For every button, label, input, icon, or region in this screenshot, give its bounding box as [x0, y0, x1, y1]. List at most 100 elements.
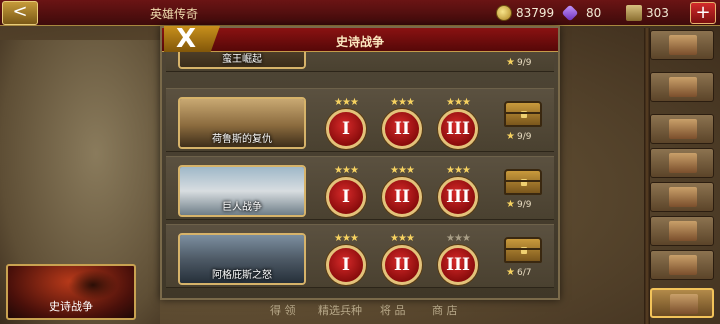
- stage-medal[interactable]: [382, 52, 422, 73]
- treasure-chest-icon[interactable]: [504, 101, 542, 127]
- medal-disc: I: [326, 177, 366, 217]
- gem-value: 80: [586, 6, 602, 20]
- medal-disc: II: [382, 177, 422, 217]
- stage-medal[interactable]: ★★★ II: [382, 233, 422, 285]
- building-item[interactable]: [650, 72, 714, 102]
- campaign-list[interactable]: 蛮王崛起 ★ 9/9 荷鲁斯的复仇 ★★★ I ★★★ II ★★★ III ★…: [162, 52, 558, 298]
- stage-stars: ★★★: [334, 97, 359, 108]
- stage-stars: ★★★: [446, 97, 471, 108]
- stage-medal[interactable]: ★★★ I: [326, 233, 366, 285]
- campaign-name: 蛮王崛起: [222, 54, 262, 65]
- panel-title: 史诗战争: [335, 35, 384, 49]
- stage-stars: ★★★: [334, 165, 359, 176]
- top-bar: < 英雄传奇 83799 80 303 +: [0, 0, 720, 26]
- food-counter: 303: [626, 4, 669, 22]
- building-item[interactable]: [650, 148, 714, 178]
- treasure-chest-icon[interactable]: [504, 169, 542, 195]
- chest-lock-icon: [521, 247, 527, 254]
- campaign-row: 巨人战争 ★★★ I ★★★ II ★★★ III ★ 9/9: [166, 156, 554, 220]
- stage-medal[interactable]: ★★★ II: [382, 165, 422, 217]
- building-item[interactable]: [650, 216, 714, 246]
- building-icon: [669, 187, 697, 207]
- campaign-name: 巨人战争: [222, 202, 262, 213]
- page-title: 英雄传奇: [150, 7, 199, 21]
- building-item-selected[interactable]: [650, 288, 714, 318]
- stage-stars: ★★★: [446, 233, 471, 244]
- star-progress-value: 9/9: [516, 200, 532, 210]
- stage-medal[interactable]: [326, 52, 366, 73]
- stage-medal[interactable]: ★★★ II: [382, 97, 422, 149]
- building-icon: [669, 77, 697, 97]
- star-progress-value: 6/7: [516, 268, 532, 278]
- medal-disc: I: [326, 245, 366, 285]
- add-resource-button[interactable]: +: [690, 2, 716, 24]
- building-icon: [669, 35, 697, 55]
- coin-value: 83799: [516, 6, 555, 20]
- building-item[interactable]: [650, 114, 714, 144]
- campaign-thumbnail[interactable]: 巨人战争: [178, 165, 306, 217]
- chest-lock-icon: [521, 111, 527, 118]
- treasure-chest-icon[interactable]: [504, 237, 542, 263]
- tab-elite-units[interactable]: 精选兵种: [318, 302, 362, 318]
- back-button[interactable]: <: [2, 1, 38, 25]
- food-icon: [626, 5, 642, 21]
- coin-counter: 83799: [496, 4, 554, 22]
- epic-war-banner[interactable]: 史诗战争: [6, 264, 136, 320]
- stage-medal[interactable]: ★★★ I: [326, 97, 366, 149]
- stage-stars: ★★★: [390, 97, 415, 108]
- building-rail: [644, 28, 650, 324]
- stage-stars: ★★★: [446, 165, 471, 176]
- building-list: [614, 28, 718, 324]
- epic-war-label: 史诗战争: [49, 300, 93, 313]
- tab-claim[interactable]: 得 领: [270, 302, 296, 318]
- medal-disc: III: [438, 109, 478, 149]
- building-icon: [669, 153, 697, 173]
- star-progress: ★ 9/9: [506, 131, 531, 142]
- tab-shop[interactable]: 商 店: [432, 302, 458, 318]
- campaign-name: 荷鲁斯的复仇: [212, 134, 272, 145]
- star-icon: ★: [506, 57, 515, 68]
- pyramid-icon: [670, 294, 698, 314]
- medal-disc: I: [326, 109, 366, 149]
- stage-medal[interactable]: ★★★ III: [438, 97, 478, 149]
- building-item[interactable]: [650, 182, 714, 212]
- star-progress-value: 9/9: [516, 58, 532, 68]
- stage-stars: ★★★: [334, 233, 359, 244]
- dragon-icon: [68, 270, 118, 300]
- star-progress: ★ 6/7: [506, 267, 531, 278]
- star-icon: ★: [506, 267, 515, 278]
- coin-icon: [496, 5, 512, 21]
- building-icon: [669, 119, 697, 139]
- medal-disc: III: [438, 245, 478, 285]
- medal-disc: III: [438, 177, 478, 217]
- gem-icon: [561, 4, 579, 22]
- campaign-thumbnail[interactable]: 蛮王崛起: [178, 52, 306, 69]
- building-item[interactable]: [650, 30, 714, 60]
- star-progress: ★ 9/9: [506, 199, 531, 210]
- stage-stars: ★★★: [390, 165, 415, 176]
- star-progress: ★ 9/9: [506, 57, 531, 68]
- stage-stars: ★★★: [390, 233, 415, 244]
- campaign-thumbnail[interactable]: 荷鲁斯的复仇: [178, 97, 306, 149]
- tab-items[interactable]: 将 品: [380, 302, 406, 318]
- campaign-thumbnail[interactable]: 阿格庇斯之怒: [178, 233, 306, 285]
- building-item[interactable]: [650, 250, 714, 280]
- star-icon: ★: [506, 199, 515, 210]
- campaign-name: 阿格庇斯之怒: [212, 270, 272, 281]
- epic-war-panel: X 史诗战争 蛮王崛起 ★ 9/9 荷鲁斯的复仇 ★★★ I ★★★ II ★★…: [160, 26, 560, 300]
- stage-medal[interactable]: ★★★ III: [438, 233, 478, 285]
- stage-medal[interactable]: ★★★ I: [326, 165, 366, 217]
- gem-counter: 80: [561, 4, 602, 22]
- medal-disc: II: [382, 245, 422, 285]
- campaign-row: 蛮王崛起 ★ 9/9: [166, 52, 554, 72]
- panel-header: X 史诗战争: [162, 26, 558, 54]
- campaign-row: 阿格庇斯之怒 ★★★ I ★★★ II ★★★ III ★ 6/7: [166, 224, 554, 288]
- campaign-row: 荷鲁斯的复仇 ★★★ I ★★★ II ★★★ III ★ 9/9: [166, 88, 554, 152]
- stage-medal[interactable]: ★★★ III: [438, 165, 478, 217]
- stage-medal[interactable]: [438, 52, 478, 73]
- food-value: 303: [646, 6, 669, 20]
- star-progress-value: 9/9: [516, 132, 532, 142]
- building-icon: [669, 255, 697, 275]
- star-icon: ★: [506, 131, 515, 142]
- chest-lock-icon: [521, 179, 527, 186]
